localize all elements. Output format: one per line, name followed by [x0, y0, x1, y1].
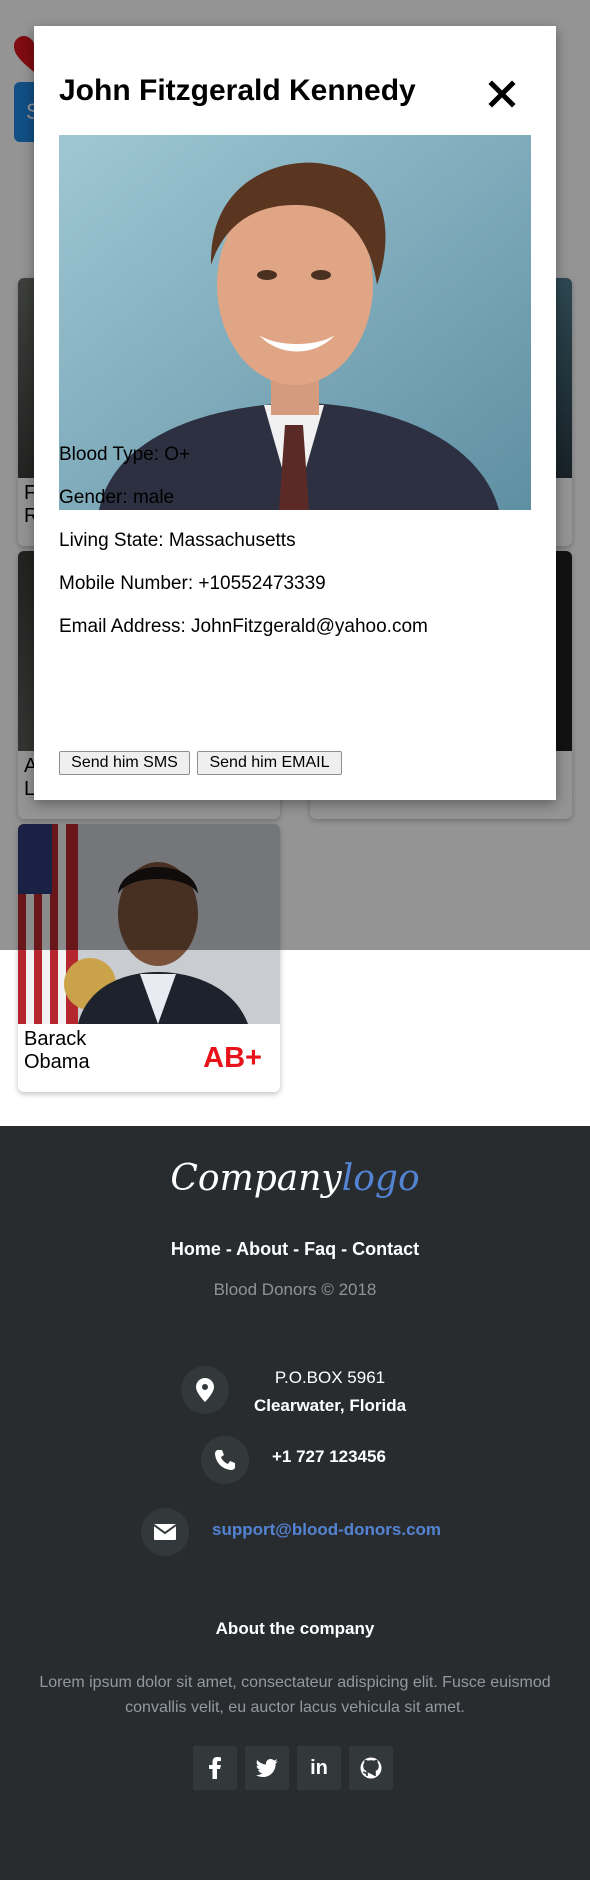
mobile-number-label: Mobile Number: [59, 573, 199, 594]
modal-title: John Fitzgerald Kennedy [59, 74, 416, 107]
footer-link-faq[interactable]: Faq [304, 1239, 336, 1259]
address-line-2: Clearwater, Florida [253, 1396, 407, 1415]
donor-modal: John Fitzgerald Kennedy Blood Type: O+ G… [34, 26, 556, 800]
linkedin-icon[interactable]: in [297, 1746, 341, 1790]
phone-icon [201, 1436, 249, 1484]
mobile-number-row: Mobile Number: +10552473339 [59, 573, 326, 595]
about-text: Lorem ipsum dolor sit amet, consectateur… [39, 1674, 551, 1716]
footer-link-contact[interactable]: Contact [352, 1239, 419, 1259]
footer-link-about[interactable]: About [236, 1239, 288, 1259]
email-address-label: Email Address: [59, 616, 191, 637]
about-heading: About the company [215, 1619, 375, 1638]
email-address-row: Email Address: JohnFitzgerald@yahoo.com [59, 616, 428, 638]
phone-number: +1 727 123456 [272, 1447, 386, 1466]
gender-label: Gender: [59, 487, 133, 508]
company-logo[interactable]: Companylogo [0, 1158, 590, 1199]
logo-part-logo: logo [341, 1158, 420, 1199]
facebook-icon[interactable] [193, 1746, 237, 1790]
blood-type-value: O+ [164, 444, 191, 465]
github-icon[interactable] [349, 1746, 393, 1790]
copyright: Blood Donors © 2018 [213, 1280, 377, 1299]
send-sms-button[interactable]: Send him SMS [59, 751, 190, 775]
blood-type-row: Blood Type: O+ [59, 444, 190, 466]
living-state-value: Massachusetts [168, 530, 296, 551]
map-marker-icon [181, 1366, 229, 1414]
living-state-label: Living State: [59, 530, 169, 551]
footer-nav: Home - About - Faq - Contact [0, 1239, 590, 1260]
logo-part-company: Company [170, 1158, 342, 1199]
address: P.O.BOX 5961 Clearwater, Florida [250, 1364, 410, 1420]
nav-separator: - [220, 1239, 237, 1259]
email-address-value: JohnFitzgerald@yahoo.com [191, 616, 428, 637]
donor-name: Barack Obama [24, 1028, 90, 1073]
living-state-row: Living State: Massachusetts [59, 530, 296, 552]
nav-separator: - [288, 1239, 305, 1259]
close-icon[interactable] [488, 80, 516, 108]
blood-type-badge: AB+ [203, 1042, 262, 1074]
footer-link-home[interactable]: Home [171, 1239, 221, 1259]
envelope-icon [141, 1508, 189, 1556]
twitter-icon[interactable] [245, 1746, 289, 1790]
gender-row: Gender: male [59, 487, 174, 509]
blood-type-label: Blood Type: [59, 444, 165, 465]
nav-separator: - [336, 1239, 353, 1259]
send-email-button[interactable]: Send him EMAIL [197, 751, 342, 775]
address-line-1: P.O.BOX 5961 [274, 1368, 386, 1387]
mobile-number-value: +10552473339 [198, 573, 326, 594]
gender-value: male [132, 487, 175, 508]
support-email-link[interactable]: support@blood-donors.com [212, 1520, 441, 1540]
footer: Companylogo Home - About - Faq - Contact… [0, 1126, 590, 1880]
